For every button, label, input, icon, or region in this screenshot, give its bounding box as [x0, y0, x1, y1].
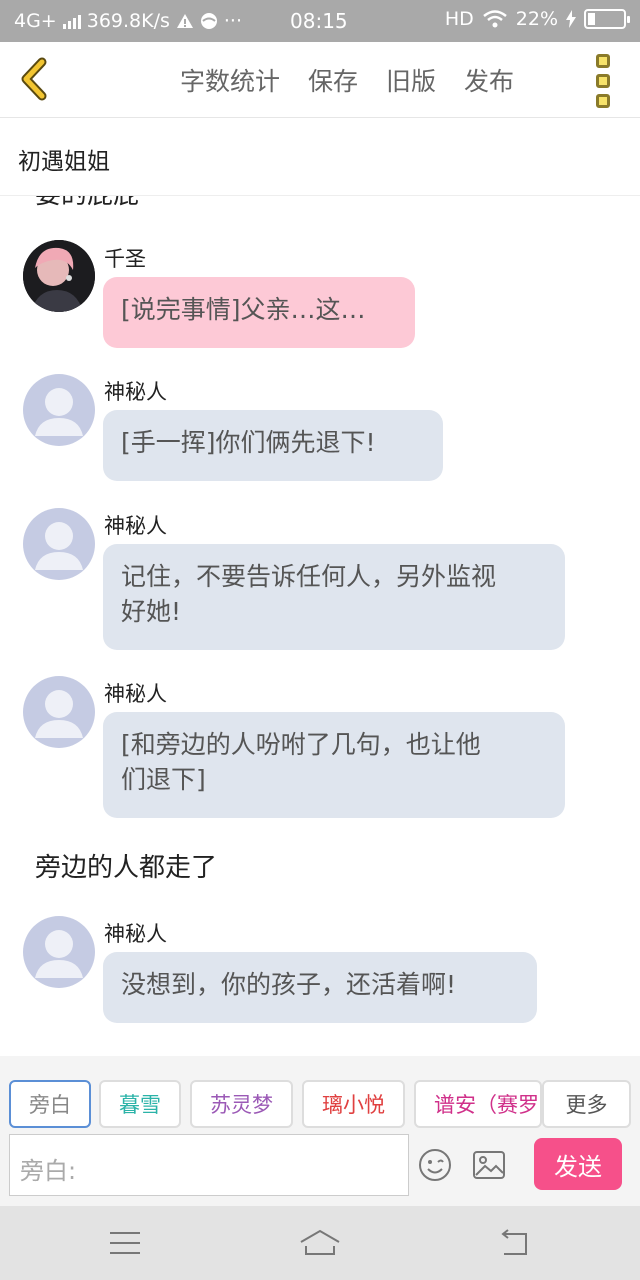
hd-indicator: HD [444, 8, 474, 30]
chapter-title-bar[interactable]: 初遇姐姐 [0, 118, 640, 196]
word-count-button[interactable]: 字数统计 [180, 62, 280, 98]
sender-name: 神秘人 [104, 514, 167, 538]
message-text-line: 们退下] [121, 765, 206, 794]
role-chip[interactable]: 璃小悦 [302, 1080, 405, 1128]
role-chip[interactable]: 暮雪 [99, 1080, 181, 1128]
send-button[interactable]: 发送 [534, 1138, 622, 1190]
avatar[interactable] [23, 916, 95, 988]
battery-percent: 22% [515, 8, 558, 30]
narration-text[interactable]: 旁边的人都走了 [35, 847, 217, 884]
message-bubble[interactable]: 记住，不要告诉任何人，另外监视 好她! [103, 544, 565, 650]
clock: 08:15 [290, 9, 348, 33]
old-version-button[interactable]: 旧版 [386, 62, 436, 98]
message-text-line: 记住，不要告诉任何人，另外监视 [121, 562, 497, 591]
top-navigation: 字数统计 保存 旧版 发布 [0, 42, 640, 118]
message-bubble[interactable]: [和旁边的人吩咐了几句，也让他 们退下] [103, 712, 565, 818]
network-speed: 369.8K/s [86, 10, 170, 32]
emoji-icon[interactable] [418, 1148, 452, 1182]
wifi-icon [482, 10, 507, 28]
role-chip[interactable]: 苏灵梦 [190, 1080, 293, 1128]
signal-icon [62, 13, 81, 29]
message-text: 没想到，你的孩子，还活着啊! [121, 970, 457, 999]
save-button[interactable]: 保存 [308, 62, 358, 98]
network-type: 4G+ [14, 10, 57, 32]
publish-button[interactable]: 发布 [464, 62, 514, 98]
system-navigation-bar [0, 1206, 640, 1280]
chat-list[interactable]: 要的屁屁 千圣 [说完事情]父亲…这… 神秘人 [手一挥]你们俩先退下! [0, 196, 640, 1056]
avatar[interactable] [23, 374, 95, 446]
message-input[interactable]: 旁白: [9, 1134, 409, 1196]
avatar[interactable] [23, 508, 95, 580]
role-chips: 旁白 暮雪 苏灵梦 璃小悦 谱安（赛罗 更多 [0, 1080, 640, 1130]
app-notification-icon [200, 13, 217, 29]
sender-name: 神秘人 [104, 380, 167, 404]
message-text-line: [和旁边的人吩咐了几句，也让他 [121, 730, 481, 759]
sender-name: 神秘人 [104, 922, 167, 946]
cut-off-text: 要的屁屁 [35, 196, 139, 211]
input-placeholder: 旁白: [20, 1157, 77, 1185]
back-nav-icon[interactable] [498, 1228, 532, 1258]
message-bubble[interactable]: 没想到，你的孩子，还活着啊! [103, 952, 537, 1023]
warning-icon [176, 14, 193, 28]
message-bubble[interactable]: [手一挥]你们俩先退下! [103, 410, 443, 481]
charging-icon [566, 10, 576, 28]
role-chip-narration[interactable]: 旁白 [9, 1080, 91, 1128]
sender-name: 神秘人 [104, 682, 167, 706]
message-text: [说完事情]父亲…这… [121, 295, 366, 324]
more-notifications: ··· [223, 10, 243, 32]
avatar[interactable] [23, 240, 95, 312]
sender-name: 千圣 [104, 247, 146, 271]
message-text-line: 好她! [121, 597, 182, 626]
back-arrow-icon[interactable] [12, 54, 62, 104]
home-icon[interactable] [298, 1228, 342, 1258]
message-bubble[interactable]: [说完事情]父亲…这… [103, 277, 415, 348]
role-chip[interactable]: 谱安（赛罗 [414, 1080, 542, 1128]
chapter-title: 初遇姐姐 [18, 149, 110, 175]
battery-icon [584, 9, 630, 29]
composer: 旁白 暮雪 苏灵梦 璃小悦 谱安（赛罗 更多 旁白: 发送 [0, 1056, 640, 1206]
avatar[interactable] [23, 676, 95, 748]
more-menu-icon[interactable] [596, 54, 616, 108]
status-bar: 4G+ 369.8K/s ··· 08:15 HD 22% [0, 0, 640, 42]
more-roles-button[interactable]: 更多 [542, 1080, 631, 1128]
image-icon[interactable] [472, 1150, 506, 1180]
menu-icon[interactable] [108, 1228, 142, 1258]
message-text: [手一挥]你们俩先退下! [121, 428, 376, 457]
